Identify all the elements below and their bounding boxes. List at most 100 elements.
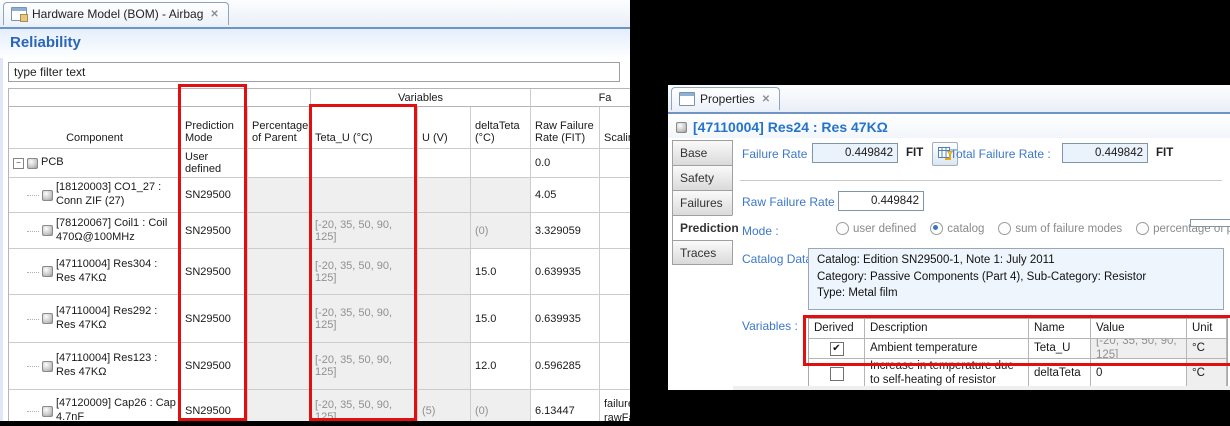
table-row[interactable]: [47110004] Res292 : Res 47KΩSN29500 [-20,… (9, 295, 630, 343)
cell-scaling[interactable] (600, 295, 630, 343)
cell-scaling[interactable] (600, 213, 630, 249)
cell-raw[interactable]: 3.329059 (531, 213, 600, 249)
cell-raw[interactable]: 4.05 (531, 178, 600, 213)
description-cell[interactable]: Increase in temperature due to self-heat… (865, 359, 1029, 389)
cell-percentage[interactable] (248, 390, 311, 421)
tab-failures[interactable]: Failures (672, 190, 733, 215)
radio-button-icon[interactable] (1136, 222, 1149, 235)
table-row[interactable]: [78120067] Coil1 : Coil 470Ω@100MHzSN295… (9, 213, 630, 249)
raw-failure-rate-field[interactable]: 0.449842 (838, 191, 924, 211)
cell-raw[interactable]: 0.0 (531, 149, 600, 178)
variables-column-header-0[interactable]: Derived (809, 319, 865, 339)
cell-scaling[interactable] (600, 343, 630, 390)
close-icon[interactable]: ✕ (210, 9, 218, 20)
radio-button-icon[interactable] (930, 222, 943, 235)
component-cell[interactable]: [78120067] Coil1 : Coil 470Ω@100MHz (9, 213, 181, 249)
expand-toggle-icon[interactable]: − (13, 158, 24, 169)
cell-u[interactable] (418, 178, 471, 213)
cell-teta_u[interactable]: [-20, 35, 50, 90, 125] (311, 390, 418, 421)
column-header-2[interactable]: Percentage of Parent (248, 107, 311, 149)
cell-raw[interactable]: 0.596285 (531, 343, 600, 390)
variable-row[interactable]: Increase in temperature due to self-heat… (809, 359, 1227, 389)
cell-raw[interactable]: 0.639935 (531, 249, 600, 295)
close-icon[interactable]: ✕ (762, 94, 770, 105)
checkbox-checked-icon[interactable]: ✔ (830, 342, 844, 356)
component-cell[interactable]: [47110004] Res123 : Res 47KΩ (9, 343, 181, 390)
cell-scaling[interactable]: failureRrawFail (600, 390, 630, 421)
total-failure-rate-field[interactable]: 0.449842 (1062, 143, 1148, 163)
variables-column-header-3[interactable]: Value (1091, 319, 1187, 339)
variables-column-header-2[interactable]: Name (1029, 319, 1091, 339)
cell-teta_u[interactable] (311, 178, 418, 213)
cell-prediction[interactable]: SN29500 (181, 295, 248, 343)
cell-prediction[interactable]: SN29500 (181, 343, 248, 390)
cell-delta_teta[interactable]: (0) (471, 390, 531, 421)
cell-percentage[interactable] (248, 249, 311, 295)
column-header-4[interactable]: U (V) (418, 107, 471, 149)
cell-teta_u[interactable]: [-20, 35, 50, 90, 125] (311, 343, 418, 390)
derived-cell[interactable]: ✔ (809, 339, 865, 359)
cell-teta_u[interactable] (311, 149, 418, 178)
component-cell[interactable]: −PCB (9, 149, 181, 178)
value-cell[interactable]: [-20, 35, 50, 90, 125] (1091, 339, 1187, 359)
unit-cell[interactable]: °C (1187, 359, 1227, 389)
checkbox-unchecked-icon[interactable] (830, 367, 844, 381)
cell-scaling[interactable] (600, 149, 630, 178)
cell-u[interactable] (418, 213, 471, 249)
cell-u[interactable] (418, 249, 471, 295)
name-cell[interactable]: Teta_U (1029, 339, 1091, 359)
cell-prediction[interactable]: SN29500 (181, 213, 248, 249)
cell-scaling[interactable] (600, 178, 630, 213)
cell-percentage[interactable] (248, 295, 311, 343)
failure-rate-field[interactable]: 0.449842 (812, 143, 898, 163)
cell-u[interactable] (418, 295, 471, 343)
column-header-6[interactable]: Raw Failure Rate (FIT) (531, 107, 600, 149)
derived-cell[interactable] (809, 359, 865, 389)
cell-teta_u[interactable]: [-20, 35, 50, 90, 125] (311, 213, 418, 249)
component-cell[interactable]: [47110004] Res304 : Res 47KΩ (9, 249, 181, 295)
unit-cell[interactable]: °C (1187, 339, 1227, 359)
radio-catalog[interactable]: catalog (930, 222, 984, 235)
table-row[interactable]: −PCBUser defined 0.0 (9, 149, 630, 178)
radio-sum-of-failure-modes[interactable]: sum of failure modes (998, 222, 1122, 235)
value-cell[interactable]: 0 (1091, 359, 1187, 389)
cell-percentage[interactable] (248, 178, 311, 213)
radio-button-icon[interactable] (998, 222, 1011, 235)
cell-percentage[interactable] (248, 213, 311, 249)
cell-percentage[interactable] (248, 343, 311, 390)
variable-row[interactable]: ✔ Ambient temperatureTeta_U[-20, 35, 50, … (809, 339, 1227, 359)
component-cell[interactable]: [47120009] Cap26 : Cap 4.7nF (9, 390, 181, 421)
cell-delta_teta[interactable]: (0) (471, 213, 531, 249)
column-header-0[interactable]: Component (9, 107, 181, 149)
component-cell[interactable]: [18120003] CO1_27 : Conn ZIF (27) (9, 178, 181, 213)
cell-prediction[interactable]: SN29500 (181, 390, 248, 421)
table-row[interactable]: [47110004] Res304 : Res 47KΩSN29500 [-20,… (9, 249, 630, 295)
tab-prediction[interactable]: Prediction (672, 215, 733, 240)
component-cell[interactable]: [47110004] Res292 : Res 47KΩ (9, 295, 181, 343)
column-header-1[interactable]: Prediction Mode (181, 107, 248, 149)
cell-raw[interactable]: 6.13447 (531, 390, 600, 421)
cell-prediction[interactable]: User defined (181, 149, 248, 178)
table-row[interactable]: [18120003] CO1_27 : Conn ZIF (27)SN29500… (9, 178, 630, 213)
cell-teta_u[interactable]: [-20, 35, 50, 90, 125] (311, 249, 418, 295)
radio-user-defined[interactable]: user defined (836, 222, 916, 235)
cell-u[interactable]: (5) (418, 390, 471, 421)
tab-traces[interactable]: Traces (672, 240, 733, 265)
column-header-5[interactable]: deltaTeta (°C) (471, 107, 531, 149)
cell-delta_teta[interactable] (471, 178, 531, 213)
cell-raw[interactable]: 0.639935 (531, 295, 600, 343)
cell-delta_teta[interactable]: 12.0 (471, 343, 531, 390)
description-cell[interactable]: Ambient temperature (865, 339, 1029, 359)
variables-column-header-4[interactable]: Unit (1187, 319, 1227, 339)
cell-teta_u[interactable]: [-20, 35, 50, 90, 125] (311, 295, 418, 343)
cell-u[interactable] (418, 149, 471, 178)
name-cell[interactable]: deltaTeta (1029, 359, 1091, 389)
cell-prediction[interactable]: SN29500 (181, 249, 248, 295)
cell-delta_teta[interactable]: 15.0 (471, 295, 531, 343)
column-header-7[interactable]: Scaling (600, 107, 630, 149)
tab-safety[interactable]: Safety (672, 165, 733, 190)
editor-tab-hardware-model[interactable]: Hardware Model (BOM) - Airbag ✕ (3, 2, 229, 25)
table-row[interactable]: [47120009] Cap26 : Cap 4.7nFSN29500 [-20,… (9, 390, 630, 421)
tab-base[interactable]: Base (672, 140, 733, 165)
radio-button-icon[interactable] (836, 222, 849, 235)
